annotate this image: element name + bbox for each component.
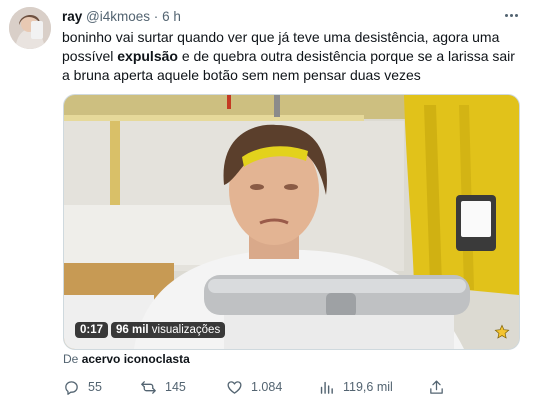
timestamp[interactable]: 6 h [162, 9, 181, 24]
tweet-text: boninho vai surtar quando ver que já tev… [62, 28, 524, 85]
video-views-badge: 96 mil visualizações [111, 322, 226, 338]
media-source: De acervo iconoclasta [63, 352, 190, 366]
like-button[interactable]: 1.084 [226, 376, 282, 398]
video-views-count: 96 mil [116, 324, 149, 336]
separator-dot: · [153, 9, 159, 24]
retweet-button[interactable]: 145 [140, 376, 186, 398]
share-button[interactable] [428, 376, 445, 398]
tweet-header: ray @i4kmoes · 6 h [62, 8, 181, 26]
more-options-icon[interactable] [501, 8, 521, 22]
retweet-icon [141, 380, 156, 394]
reply-button[interactable]: 55 [63, 376, 102, 398]
views-count: 119,6 mil [343, 380, 393, 394]
tweet-actions: 55 145 1.084 119,6 mil [0, 376, 537, 398]
reply-count: 55 [88, 380, 102, 394]
avatar-image [9, 7, 51, 49]
display-name[interactable]: ray [62, 9, 82, 24]
analytics-icon [320, 381, 333, 394]
avatar[interactable] [9, 7, 51, 49]
star-icon [494, 324, 510, 339]
tweet-text-bold: expulsão [117, 48, 178, 64]
retweet-count: 145 [165, 380, 186, 394]
views-button[interactable]: 119,6 mil [318, 376, 393, 398]
video-player[interactable]: 0:17 96 mil visualizações [63, 94, 520, 350]
like-count: 1.084 [251, 380, 283, 394]
reply-icon [65, 380, 78, 395]
video-views-label: visualizações [148, 324, 221, 336]
source-account-link[interactable]: acervo iconoclasta [82, 352, 190, 366]
tweet: ray @i4kmoes · 6 h boninho vai surtar qu… [0, 0, 537, 403]
share-icon [430, 379, 443, 394]
video-duration-badge: 0:17 [75, 322, 109, 338]
video-frame [64, 95, 519, 349]
user-handle[interactable]: @i4kmoes [86, 9, 150, 24]
heart-icon [227, 380, 242, 394]
source-prefix: De [63, 352, 82, 366]
